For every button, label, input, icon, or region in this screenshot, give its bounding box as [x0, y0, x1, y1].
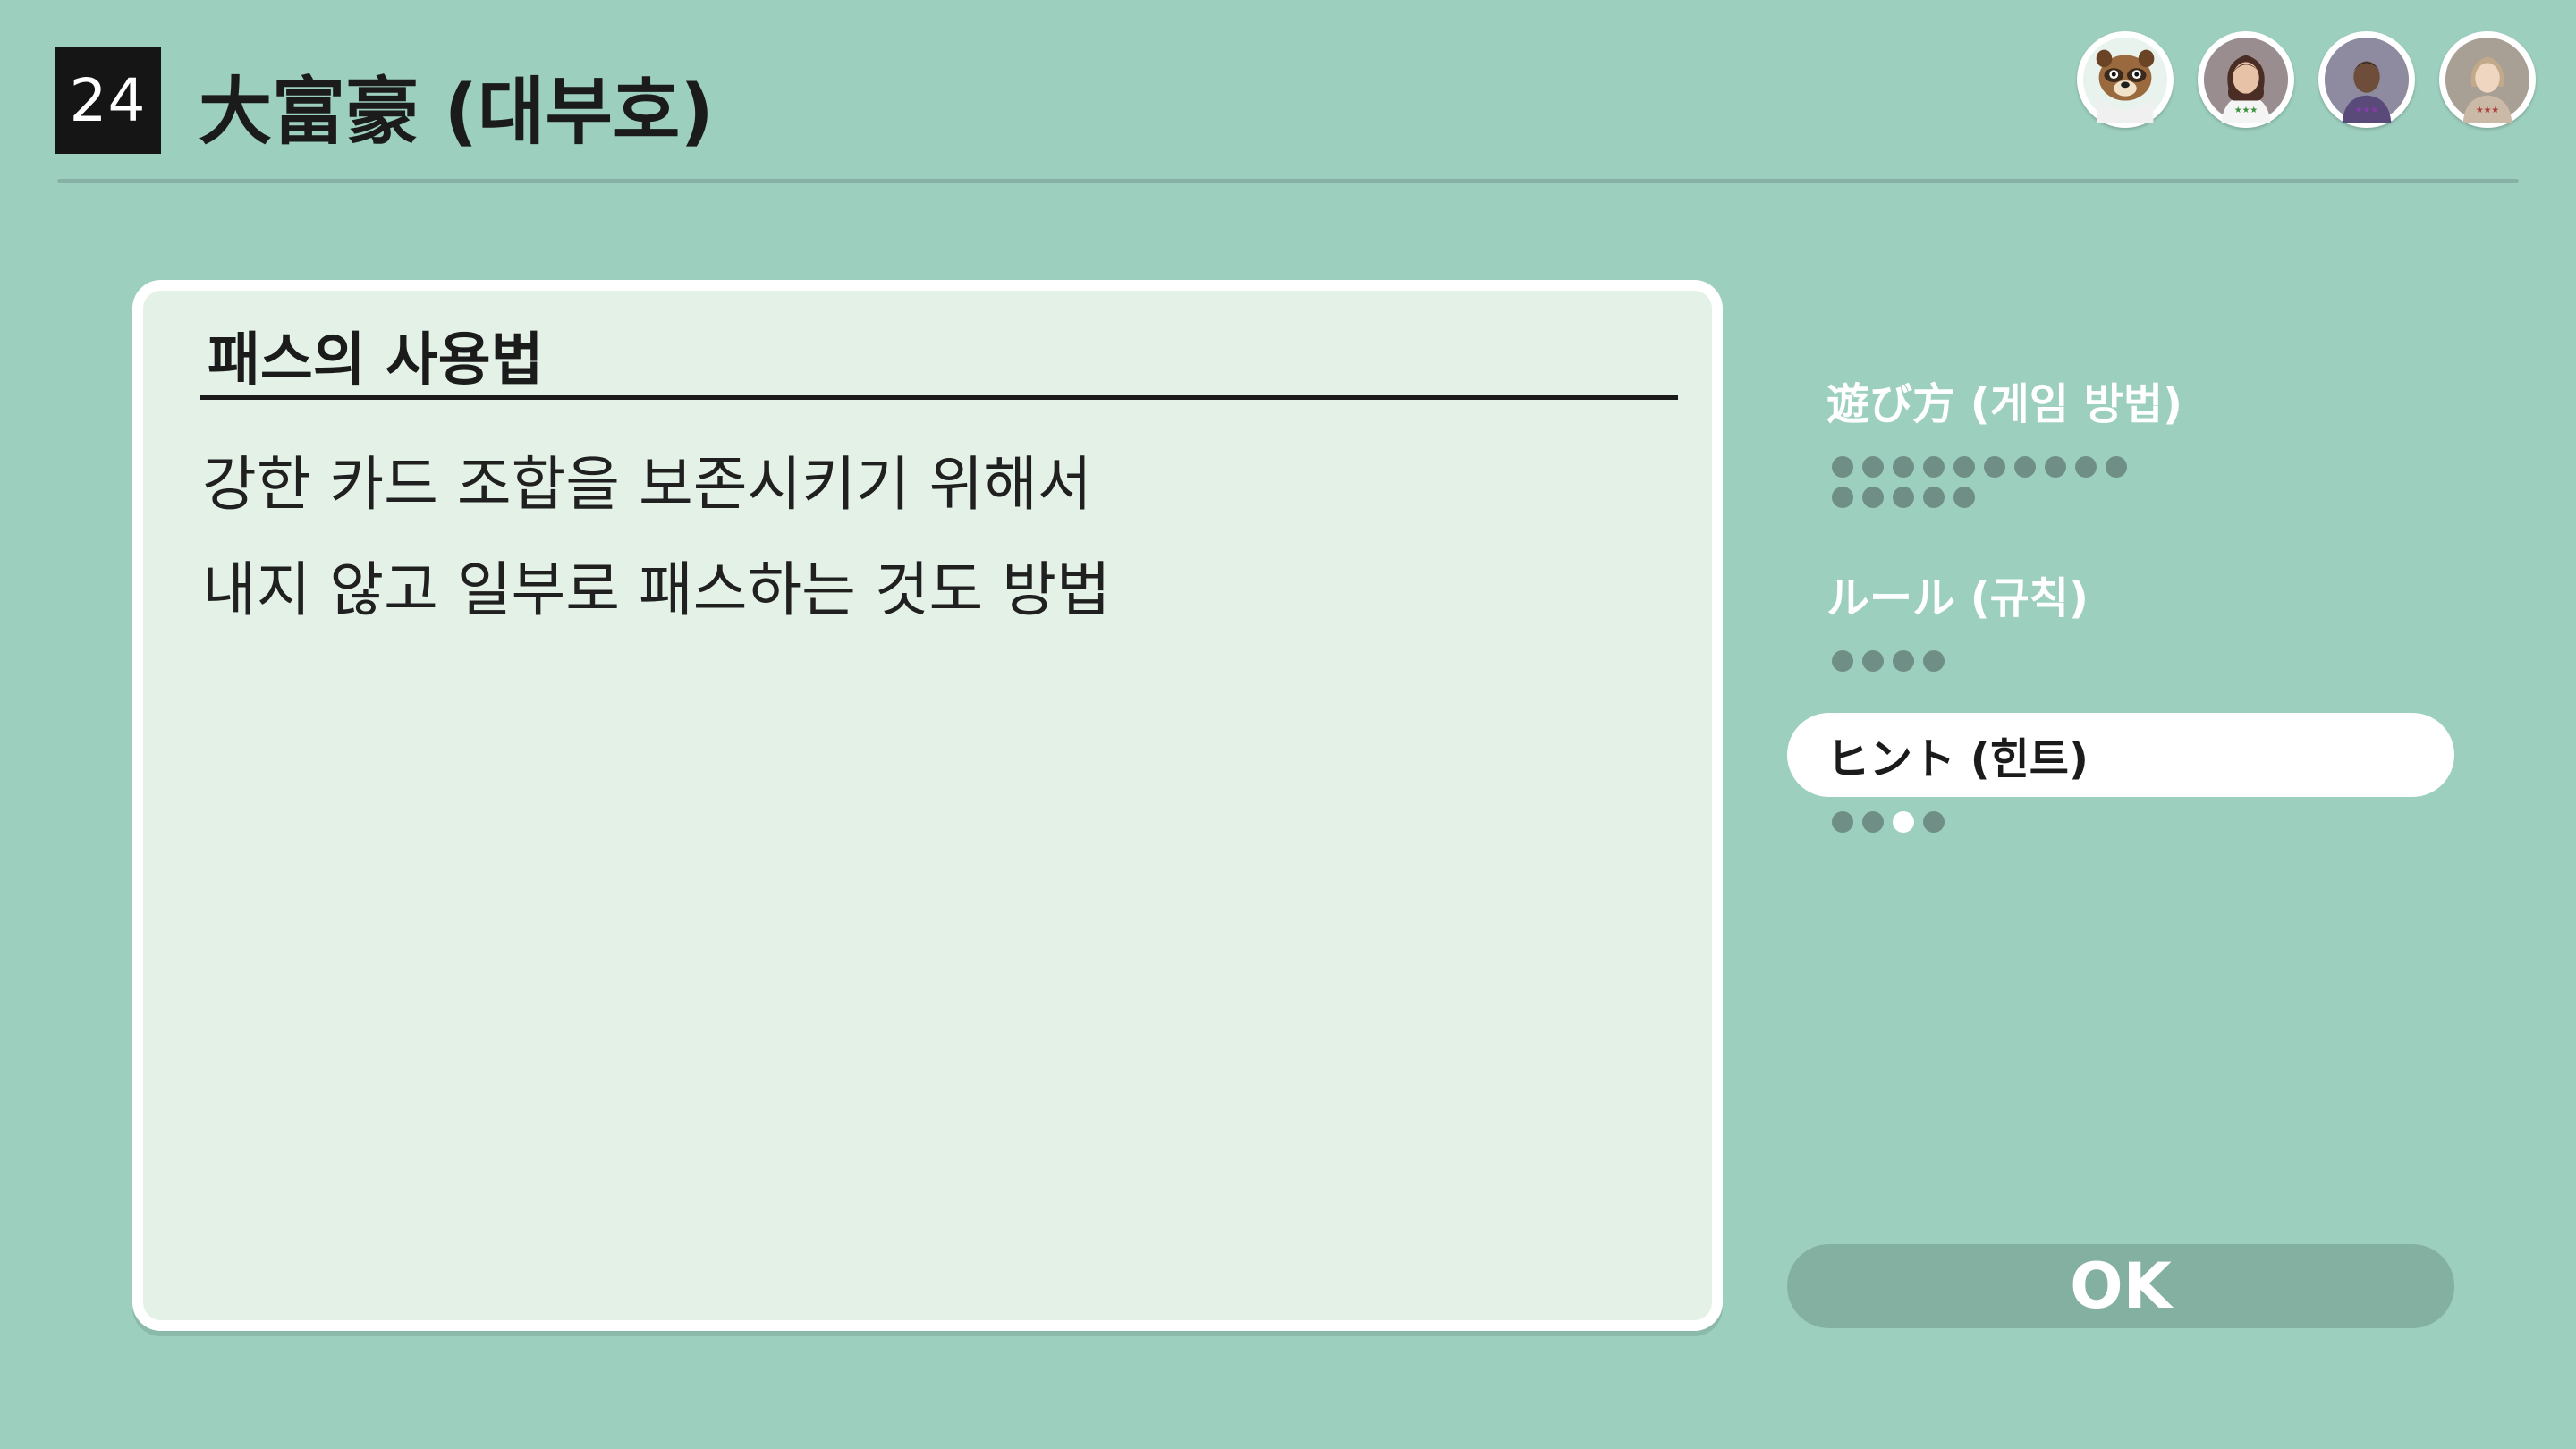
- svg-text:★★★: ★★★: [2234, 106, 2258, 115]
- menu-item-label: 遊び方 (게임 방법): [1826, 379, 2182, 429]
- page-dot: [1832, 650, 1853, 672]
- page-dot: [2106, 456, 2127, 478]
- page-dot: [1893, 456, 1914, 478]
- page-dot: [1832, 456, 1853, 478]
- raccoon-avatar-icon[interactable]: [2077, 31, 2174, 128]
- player-avatar-icon: ★★★: [2324, 37, 2410, 123]
- page-dot: [1923, 811, 1945, 833]
- page-indicator: [1787, 456, 2136, 508]
- panel-heading: 패스의 사용법: [208, 327, 544, 394]
- panel-line: 강한 카드 조합을 보존시키기 위해서: [202, 450, 1092, 519]
- page-dot: [1832, 487, 1853, 508]
- panel-divider: [200, 395, 1678, 400]
- svg-text:★★★: ★★★: [2476, 106, 2500, 115]
- menu-section-hints: ヒント (힌트): [1787, 713, 2454, 833]
- page-dot: [1893, 650, 1914, 672]
- menu-item-label: ルール (규칙): [1826, 573, 2089, 623]
- page-dot: [1984, 456, 2005, 478]
- ok-button[interactable]: OK: [1787, 1244, 2454, 1328]
- page-dot: [1953, 456, 1975, 478]
- menu-item-rules[interactable]: ルール (규칙): [1787, 552, 2454, 636]
- player-avatar-icon[interactable]: ★★★: [2439, 31, 2536, 128]
- page-dot: [2075, 456, 2097, 478]
- svg-text:★★★: ★★★: [2355, 106, 2379, 115]
- player-avatar-icon[interactable]: ★★★: [2198, 31, 2294, 128]
- page-indicator: [1787, 650, 2136, 672]
- page-dot: [1923, 456, 1945, 478]
- player-avatar-icon[interactable]: ★★★: [2318, 31, 2415, 128]
- page-dot: [2014, 456, 2036, 478]
- game-title: 大富豪 (대부호): [199, 70, 714, 155]
- page-dot: [1862, 487, 1884, 508]
- player-avatars: ★★★ ★★★ ★★★: [2077, 31, 2536, 128]
- page-dot: [1862, 811, 1884, 833]
- page-indicator: [1787, 811, 2136, 833]
- page-dot: [1862, 456, 1884, 478]
- menu-item-label: ヒント (힌트): [1826, 734, 2089, 784]
- page-dot: [1893, 487, 1914, 508]
- ok-button-label: OK: [2070, 1250, 2172, 1323]
- menu-section-how-to-play: 遊び方 (게임 방법): [1787, 358, 2454, 508]
- page-dot: [1923, 487, 1945, 508]
- panel-body: 강한 카드 조합을 보존시키기 위해서 내지 않고 일부로 패스하는 것도 방법: [202, 432, 1111, 643]
- page-dot: [1832, 811, 1853, 833]
- player-avatar-icon: ★★★: [2445, 37, 2530, 123]
- page-dot: [1923, 650, 1945, 672]
- hint-panel: 패스의 사용법 강한 카드 조합을 보존시키기 위해서 내지 않고 일부로 패스…: [132, 280, 1723, 1331]
- menu-item-how-to-play[interactable]: 遊び方 (게임 방법): [1787, 358, 2454, 442]
- page-dot: [1953, 487, 1975, 508]
- menu-item-hints[interactable]: ヒント (힌트): [1787, 713, 2454, 797]
- raccoon-avatar-icon: [2082, 37, 2168, 123]
- header-divider: [57, 179, 2519, 183]
- game-number-badge: 24: [55, 47, 161, 154]
- page-dot: [2045, 456, 2066, 478]
- menu-section-rules: ルール (규칙): [1787, 552, 2454, 672]
- page-dot: [1862, 650, 1884, 672]
- panel-line: 내지 않고 일부로 패스하는 것도 방법: [202, 555, 1111, 624]
- game-number: 24: [69, 66, 147, 135]
- player-avatar-icon: ★★★: [2203, 37, 2289, 123]
- page-dot: [1893, 811, 1914, 833]
